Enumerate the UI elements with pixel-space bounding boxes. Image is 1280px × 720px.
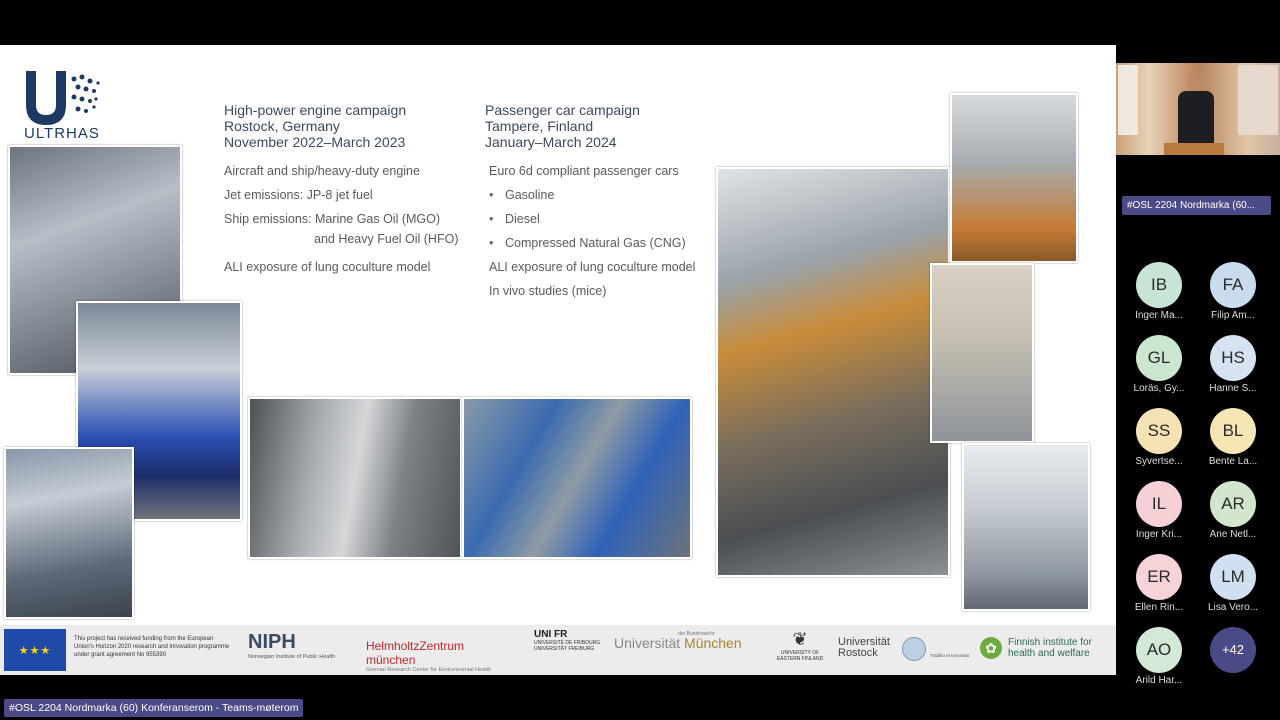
unibw-logo-subtext: der Bundeswehr [678, 631, 715, 637]
car-campaign-dates: January–March 2024 [485, 134, 617, 150]
participant-avatar: AR [1210, 481, 1256, 527]
participant-tile[interactable]: GL Loräs, Gy... [1124, 335, 1194, 395]
room-screen [1118, 65, 1138, 135]
unibw-logo-text: Universität [614, 635, 681, 651]
participant-tile[interactable]: AR Ane Netl... [1198, 481, 1268, 541]
participant-tile[interactable]: LM Lisa Vero... [1198, 554, 1268, 614]
uef-logo-text: UNIVERSITY OF EASTERN FINLAND [776, 650, 824, 662]
presenter-video-feed[interactable] [1116, 63, 1280, 155]
rostock-logo: Universität Rostock Traditio et Innovati… [838, 636, 974, 661]
participant-tile[interactable]: HS Hanne S... [1198, 335, 1268, 395]
participant-tile[interactable]: AO Arild Har... [1124, 627, 1194, 687]
participant-avatar: HS [1210, 335, 1256, 381]
participant-avatar: LM [1210, 554, 1256, 600]
fuel-bullet-text: Compressed Natural Gas (CNG) [505, 236, 686, 250]
rostock-seal-icon [902, 637, 926, 661]
partner-logos-strip: ★★★ This project has received funding fr… [0, 625, 1116, 675]
participant-avatar: FA [1210, 262, 1256, 308]
participant-avatar: ER [1136, 554, 1182, 600]
niph-logo-subtext: Norwegian Institute of Public Health [248, 654, 336, 660]
participant-avatar: SS [1136, 408, 1182, 454]
unibw-logo-city: München [684, 635, 742, 651]
participant-avatar: GL [1136, 335, 1182, 381]
participant-name: Filip Am... [1211, 310, 1255, 321]
fuel-bullet-text: Diesel [505, 212, 540, 226]
engine-room-photo [462, 397, 692, 559]
ultrhas-wordmark: ULTRHAS [24, 125, 100, 142]
unifr-logo-subtext: UNIVERSITÉ DE FRIBOURG UNIVERSITÄT FREIB… [534, 640, 601, 652]
car-campaign-title: Passenger car campaign [485, 102, 640, 118]
participant-tile[interactable]: ER Ellen Rin... [1124, 554, 1194, 614]
uef-logo: ❦ UNIVERSITY OF EASTERN FINLAND [770, 629, 830, 662]
podium [1164, 143, 1224, 155]
niph-logo-text: NIPH [248, 631, 296, 653]
participant-name: Lisa Vero... [1207, 602, 1259, 613]
fuel-bullet: Gasoline [485, 183, 735, 207]
helmholtz-logo-text: HelmholtzZentrum münchen [366, 639, 465, 667]
engine-campaign-column: High-power engine campaign Rostock, Germ… [224, 102, 474, 279]
fuel-bullet: Diesel [485, 207, 735, 231]
participant-avatar: IL [1136, 481, 1182, 527]
meeting-room-label: #OSL 2204 Nordmarka (60) Konferanserom -… [4, 699, 304, 717]
unifr-logo-text: UNI FR [534, 629, 568, 640]
participant-tile[interactable]: BL Bente La... [1198, 408, 1268, 468]
car-campaign-line: Euro 6d compliant passenger cars [489, 164, 679, 178]
lab-overview-photo [716, 167, 950, 577]
lab-photo [930, 263, 1034, 443]
participant-avatar: AO [1136, 627, 1182, 673]
helmholtz-logo: HelmholtzZentrum münchen German Research… [366, 639, 516, 673]
participant-name: Bente La... [1208, 456, 1258, 467]
unifr-logo: UNI FR UNIVERSITÉ DE FRIBOURG UNIVERSITÄ… [534, 629, 606, 652]
engine-campaign-line: Jet emissions: JP-8 jet fuel [224, 188, 373, 202]
participant-name: Inger Kri... [1135, 529, 1183, 540]
lab-photo [950, 93, 1078, 263]
lab-photo [4, 447, 134, 619]
room-screen [1238, 65, 1278, 135]
thl-flower-icon: ✿ [980, 637, 1002, 659]
participant-name: Inger Ma... [1135, 310, 1183, 321]
thl-logo-text: Finnish institute for health and welfare [1008, 637, 1092, 659]
engine-campaign-line: ALI exposure of lung coculture model [224, 260, 431, 274]
engine-campaign-location: Rostock, Germany [224, 118, 340, 134]
fuel-bullet: Compressed Natural Gas (CNG) [485, 231, 735, 255]
engine-photo [248, 397, 462, 559]
rostock-logo-text: Universität Rostock [838, 636, 890, 659]
car-campaign-line: ALI exposure of lung coculture model [489, 260, 696, 274]
participant-name: Loräs, Gy... [1133, 383, 1185, 394]
participant-tile[interactable]: IL Inger Kri... [1124, 481, 1194, 541]
car-campaign-column: Passenger car campaign Tampere, Finland … [485, 102, 735, 303]
eu-flag-icon: ★★★ [4, 629, 66, 671]
niph-logo: NIPH Norwegian Institute of Public Healt… [248, 631, 348, 660]
engine-campaign-title: High-power engine campaign [224, 102, 407, 118]
participant-name: Ane Netl... [1209, 529, 1257, 540]
unibw-logo: der Bundeswehr Universität München [614, 631, 764, 651]
uef-leaf-icon: ❦ [792, 629, 808, 649]
participant-tile[interactable]: FA Filip Am... [1198, 262, 1268, 322]
participant-name: Hanne S... [1209, 383, 1257, 394]
car-campaign-location: Tampere, Finland [485, 118, 594, 134]
participant-name: Arild Har... [1135, 675, 1183, 686]
engine-campaign-dates: November 2022–March 2023 [224, 134, 406, 150]
room-name-label: #OSL 2204 Nordmarka (60... [1122, 196, 1271, 215]
engine-campaign-line: Aircraft and ship/heavy-duty engine [224, 164, 420, 178]
participant-name: Ellen Rin... [1134, 602, 1184, 613]
fuel-bullet-text: Gasoline [505, 188, 555, 202]
cleanroom-photo [962, 443, 1090, 611]
rostock-logo-subtext: Traditio et Innovatio [930, 653, 970, 658]
participant-name: Syvertse... [1135, 456, 1183, 467]
participant-avatar: IB [1136, 262, 1182, 308]
car-campaign-line: In vivo studies (mice) [489, 284, 607, 298]
more-participants-button[interactable]: +42 [1210, 627, 1256, 673]
presentation-slide: ULTRHAS High-power engine campaign Rosto… [0, 45, 1116, 675]
eu-funding-text: This project has received funding from t… [74, 636, 230, 658]
helmholtz-logo-subtext: German Research Center for Environmental… [366, 667, 492, 673]
participant-tile[interactable]: SS Syvertse... [1124, 408, 1194, 468]
participant-avatar: BL [1210, 408, 1256, 454]
participant-tile[interactable]: IB Inger Ma... [1124, 262, 1194, 322]
